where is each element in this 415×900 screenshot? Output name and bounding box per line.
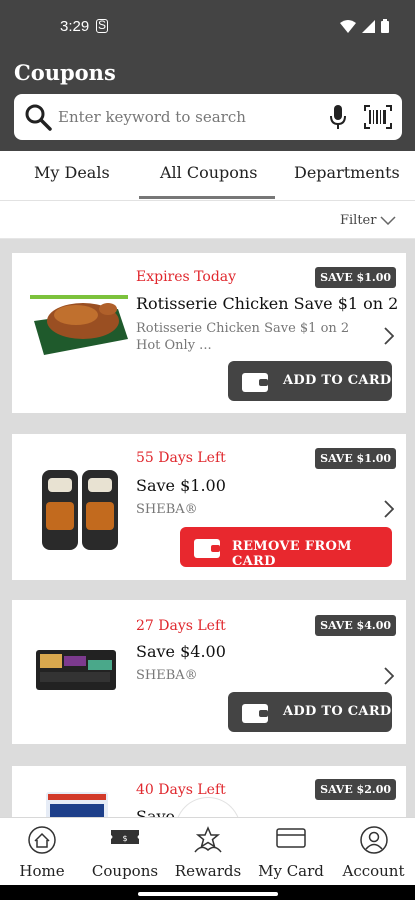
svg-text:$: $: [122, 834, 127, 843]
nav-coupons[interactable]: $ Coupons: [84, 818, 166, 886]
nav-label: Account: [342, 862, 405, 880]
coupon-subtitle: SHEBA®: [136, 502, 198, 517]
chevron-right-icon[interactable]: [384, 500, 394, 518]
coupon-card[interactable]: Expires Today SAVE $1.00 Rotisserie Chic…: [7, 253, 406, 413]
tab-departments[interactable]: Departments: [294, 163, 400, 182]
wallet-icon: [242, 373, 268, 392]
coupon-title: Rotisserie Chicken Save $1 on 2: [136, 294, 399, 313]
coupon-title: Save $4.00: [136, 642, 226, 661]
app-header: Coupons: [0, 56, 415, 151]
bottom-navigation: Home $ Coupons Rewards My Card Account: [0, 817, 415, 885]
wallet-icon: [242, 704, 268, 723]
nav-label: My Card: [258, 862, 324, 880]
nav-account[interactable]: Account: [332, 818, 415, 886]
button-label: ADD TO CARD: [283, 373, 392, 388]
filter-bar: Filter: [0, 201, 415, 239]
button-label: REMOVE FROM CARD: [232, 539, 352, 569]
save-badge: SAVE $2.00: [315, 779, 396, 800]
save-badge: SAVE $4.00: [315, 615, 396, 636]
home-icon: [28, 826, 56, 854]
save-badge: SAVE $1.00: [315, 267, 396, 288]
product-image-rotisserie-chicken: [30, 295, 128, 355]
chevron-right-icon[interactable]: [384, 667, 394, 685]
chevron-right-icon[interactable]: [384, 327, 394, 345]
wallet-icon: [194, 539, 220, 558]
nav-label: Coupons: [91, 862, 159, 880]
expiry-text: 27 Days Left: [136, 618, 226, 634]
wifi-icon: [340, 19, 356, 33]
search-icon[interactable]: [24, 103, 52, 131]
status-icons: [340, 19, 389, 33]
signal-icon: [362, 19, 375, 33]
nav-home[interactable]: Home: [0, 818, 84, 886]
remove-from-card-button[interactable]: REMOVE FROM CARD: [180, 527, 392, 569]
nav-rewards[interactable]: Rewards: [166, 818, 250, 886]
product-image-mucinex-box: [46, 792, 108, 817]
search-bar[interactable]: [14, 94, 402, 140]
chevron-down-icon[interactable]: [380, 216, 396, 225]
coupon-subtitle: SHEBA®: [136, 668, 198, 683]
expiry-text: 40 Days Left: [136, 782, 226, 798]
save-badge: SAVE $1.00: [315, 448, 396, 469]
expiry-text: 55 Days Left: [136, 450, 226, 466]
status-time: 3:29: [60, 18, 90, 35]
battery-icon: [381, 19, 389, 33]
sim-icon: S: [96, 18, 108, 33]
tab-bar: My Deals All Coupons Departments: [0, 151, 415, 201]
account-icon: [359, 826, 388, 854]
add-to-card-button[interactable]: ADD TO CARD: [228, 692, 392, 732]
search-input[interactable]: [58, 102, 318, 132]
product-image-sheba-multipack: [36, 650, 116, 690]
expiry-text: Expires Today: [136, 269, 237, 285]
microphone-icon[interactable]: [329, 104, 347, 130]
product-image-sheba-cat-food-trays: [42, 470, 118, 550]
coupon-title: Save $1.00: [136, 476, 226, 495]
button-label: ADD TO CARD: [283, 704, 392, 719]
status-bar: 3:29 S: [0, 0, 415, 56]
tab-my-deals[interactable]: My Deals: [34, 163, 110, 182]
page-title: Coupons: [14, 60, 116, 85]
nav-my-card[interactable]: My Card: [250, 818, 332, 886]
coupons-icon: $: [111, 830, 139, 844]
filter-button[interactable]: Filter: [340, 213, 376, 228]
nav-label: Rewards: [174, 862, 242, 880]
rewards-icon: [194, 826, 222, 853]
tab-all-coupons[interactable]: All Coupons: [160, 163, 257, 182]
coupon-card[interactable]: 55 Days Left SAVE $1.00 Save $1.00 SHEBA…: [7, 434, 406, 580]
active-tab-indicator: [139, 196, 275, 199]
nav-label: Home: [19, 862, 65, 880]
home-indicator[interactable]: [138, 892, 278, 896]
coupon-card[interactable]: 27 Days Left SAVE $4.00 Save $4.00 SHEBA…: [7, 600, 406, 744]
coupon-subtitle: Rotisserie Chicken Save $1 on 2 Hot Only…: [136, 321, 350, 353]
coupon-list: Expires Today SAVE $1.00 Rotisserie Chic…: [0, 239, 415, 817]
add-to-card-button[interactable]: ADD TO CARD: [228, 361, 392, 401]
card-icon: [276, 828, 306, 848]
barcode-scan-icon[interactable]: [364, 105, 392, 129]
